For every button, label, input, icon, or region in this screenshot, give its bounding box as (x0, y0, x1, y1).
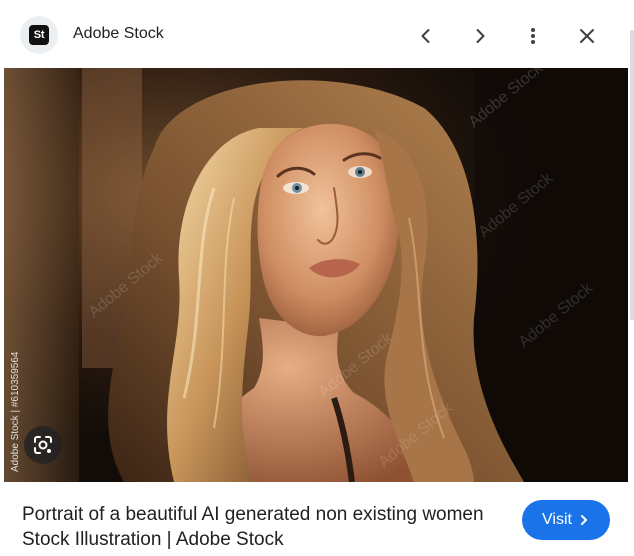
adobe-stock-logo-icon: St (29, 25, 49, 45)
portrait-image: Adobe Stock Adobe Stock Adobe Stock Adob… (4, 68, 628, 482)
more-options-button[interactable] (517, 20, 549, 52)
scrollbar[interactable] (630, 30, 634, 320)
image-caption[interactable]: Portrait of a beautiful AI generated non… (22, 502, 492, 552)
previous-button[interactable] (410, 20, 442, 52)
visit-button-label: Visit (542, 511, 572, 528)
next-button[interactable] (464, 20, 496, 52)
visit-button[interactable]: Visit (522, 500, 610, 540)
preview-header: St Adobe Stock (0, 0, 634, 68)
lens-search-button[interactable] (24, 426, 62, 464)
site-logo[interactable]: St (20, 16, 58, 54)
site-name[interactable]: Adobe Stock (73, 25, 164, 43)
more-vert-icon (531, 28, 535, 44)
lens-search-icon (34, 436, 52, 454)
close-button[interactable] (571, 20, 603, 52)
close-icon (580, 29, 594, 43)
stock-id-label: Adobe Stock | #610359564 (10, 351, 21, 472)
chevron-left-icon (421, 29, 430, 43)
chevron-right-icon (476, 29, 485, 43)
image-preview-panel: St Adobe Stock Adobe Stock Adobe Stock A… (0, 0, 634, 556)
preview-image[interactable]: Adobe Stock Adobe Stock Adobe Stock Adob… (4, 68, 628, 482)
chevron-right-icon (580, 515, 587, 525)
